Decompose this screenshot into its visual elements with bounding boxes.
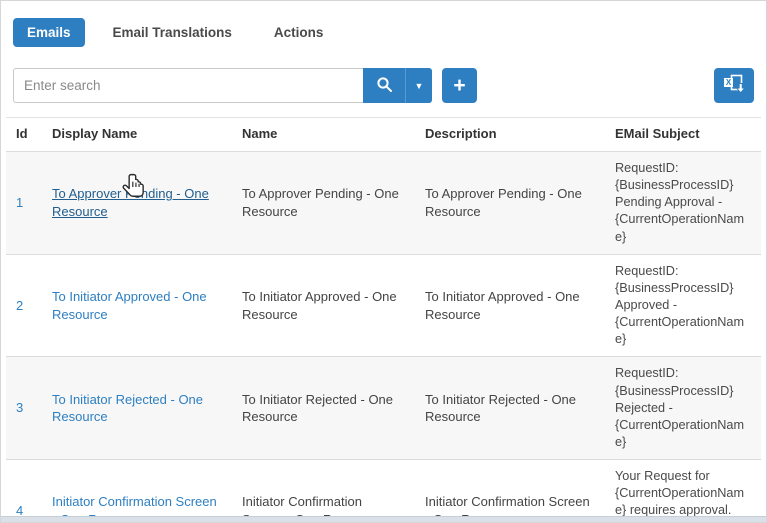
- row-id: 3: [6, 357, 42, 460]
- subject-cell: Your Request for {CurrentOperationName} …: [605, 460, 761, 523]
- subject-cell: RequestID: {BusinessProcessID} Approved …: [605, 254, 761, 357]
- table-row: 1 To Approver Pending - One Resource To …: [6, 152, 761, 255]
- row-id: 4: [6, 460, 42, 523]
- emails-table: Id Display Name Name Description EMail S…: [6, 117, 761, 523]
- name-cell: To Initiator Approved - One Resource: [232, 254, 415, 357]
- tab-emails[interactable]: Emails: [13, 18, 85, 47]
- tab-actions[interactable]: Actions: [260, 18, 338, 47]
- description-cell: To Approver Pending - One Resource: [415, 152, 605, 255]
- column-header-email-subject: EMail Subject: [605, 118, 761, 152]
- chevron-down-icon: ▼: [415, 81, 424, 91]
- tab-bar: Emails Email Translations Actions: [1, 1, 766, 47]
- description-cell: To Initiator Approved - One Resource: [415, 254, 605, 357]
- column-header-description: Description: [415, 118, 605, 152]
- column-header-id: Id: [6, 118, 42, 152]
- toolbar: ▼ + X: [1, 47, 766, 103]
- search-icon: [376, 76, 393, 96]
- table-row: 4 Initiator Confirmation Screen - One Re…: [6, 460, 761, 523]
- display-name-link[interactable]: To Approver Pending - One Resource: [52, 186, 209, 219]
- name-cell: To Approver Pending - One Resource: [232, 152, 415, 255]
- description-cell: Initiator Confirmation Screen - One Reso…: [415, 460, 605, 523]
- description-cell: To Initiator Rejected - One Resource: [415, 357, 605, 460]
- display-name-cell: To Initiator Approved - One Resource: [42, 254, 232, 357]
- column-header-name: Name: [232, 118, 415, 152]
- add-button[interactable]: +: [442, 68, 477, 103]
- search-group: ▼: [13, 68, 432, 103]
- name-cell: To Initiator Rejected - One Resource: [232, 357, 415, 460]
- excel-export-icon: X: [723, 74, 746, 97]
- name-cell: Initiator Confirmation Screen - One Reso…: [232, 460, 415, 523]
- column-header-display-name: Display Name: [42, 118, 232, 152]
- display-name-cell: To Initiator Rejected - One Resource: [42, 357, 232, 460]
- search-button[interactable]: [363, 68, 405, 103]
- table-row: 2 To Initiator Approved - One Resource T…: [6, 254, 761, 357]
- horizontal-scrollbar[interactable]: [1, 516, 766, 522]
- display-name-cell: To Approver Pending - One Resource: [42, 152, 232, 255]
- table-row: 3 To Initiator Rejected - One Resource T…: [6, 357, 761, 460]
- plus-icon: +: [453, 75, 465, 96]
- display-name-cell: Initiator Confirmation Screen - One Reso…: [42, 460, 232, 523]
- display-name-link[interactable]: To Initiator Rejected - One Resource: [52, 392, 203, 425]
- search-options-dropdown[interactable]: ▼: [405, 68, 432, 103]
- row-id: 2: [6, 254, 42, 357]
- search-input[interactable]: [13, 68, 363, 103]
- emails-admin-page: Emails Email Translations Actions ▼ +: [0, 0, 767, 523]
- tab-email-translations[interactable]: Email Translations: [99, 18, 246, 47]
- row-id: 1: [6, 152, 42, 255]
- svg-text:X: X: [725, 78, 731, 87]
- subject-cell: RequestID: {BusinessProcessID} Pending A…: [605, 152, 761, 255]
- subject-cell: RequestID: {BusinessProcessID} Rejected …: [605, 357, 761, 460]
- table-body: 1 To Approver Pending - One Resource To …: [6, 152, 761, 523]
- display-name-link[interactable]: To Initiator Approved - One Resource: [52, 289, 207, 322]
- export-excel-button[interactable]: X: [714, 68, 754, 103]
- table-header: Id Display Name Name Description EMail S…: [6, 118, 761, 152]
